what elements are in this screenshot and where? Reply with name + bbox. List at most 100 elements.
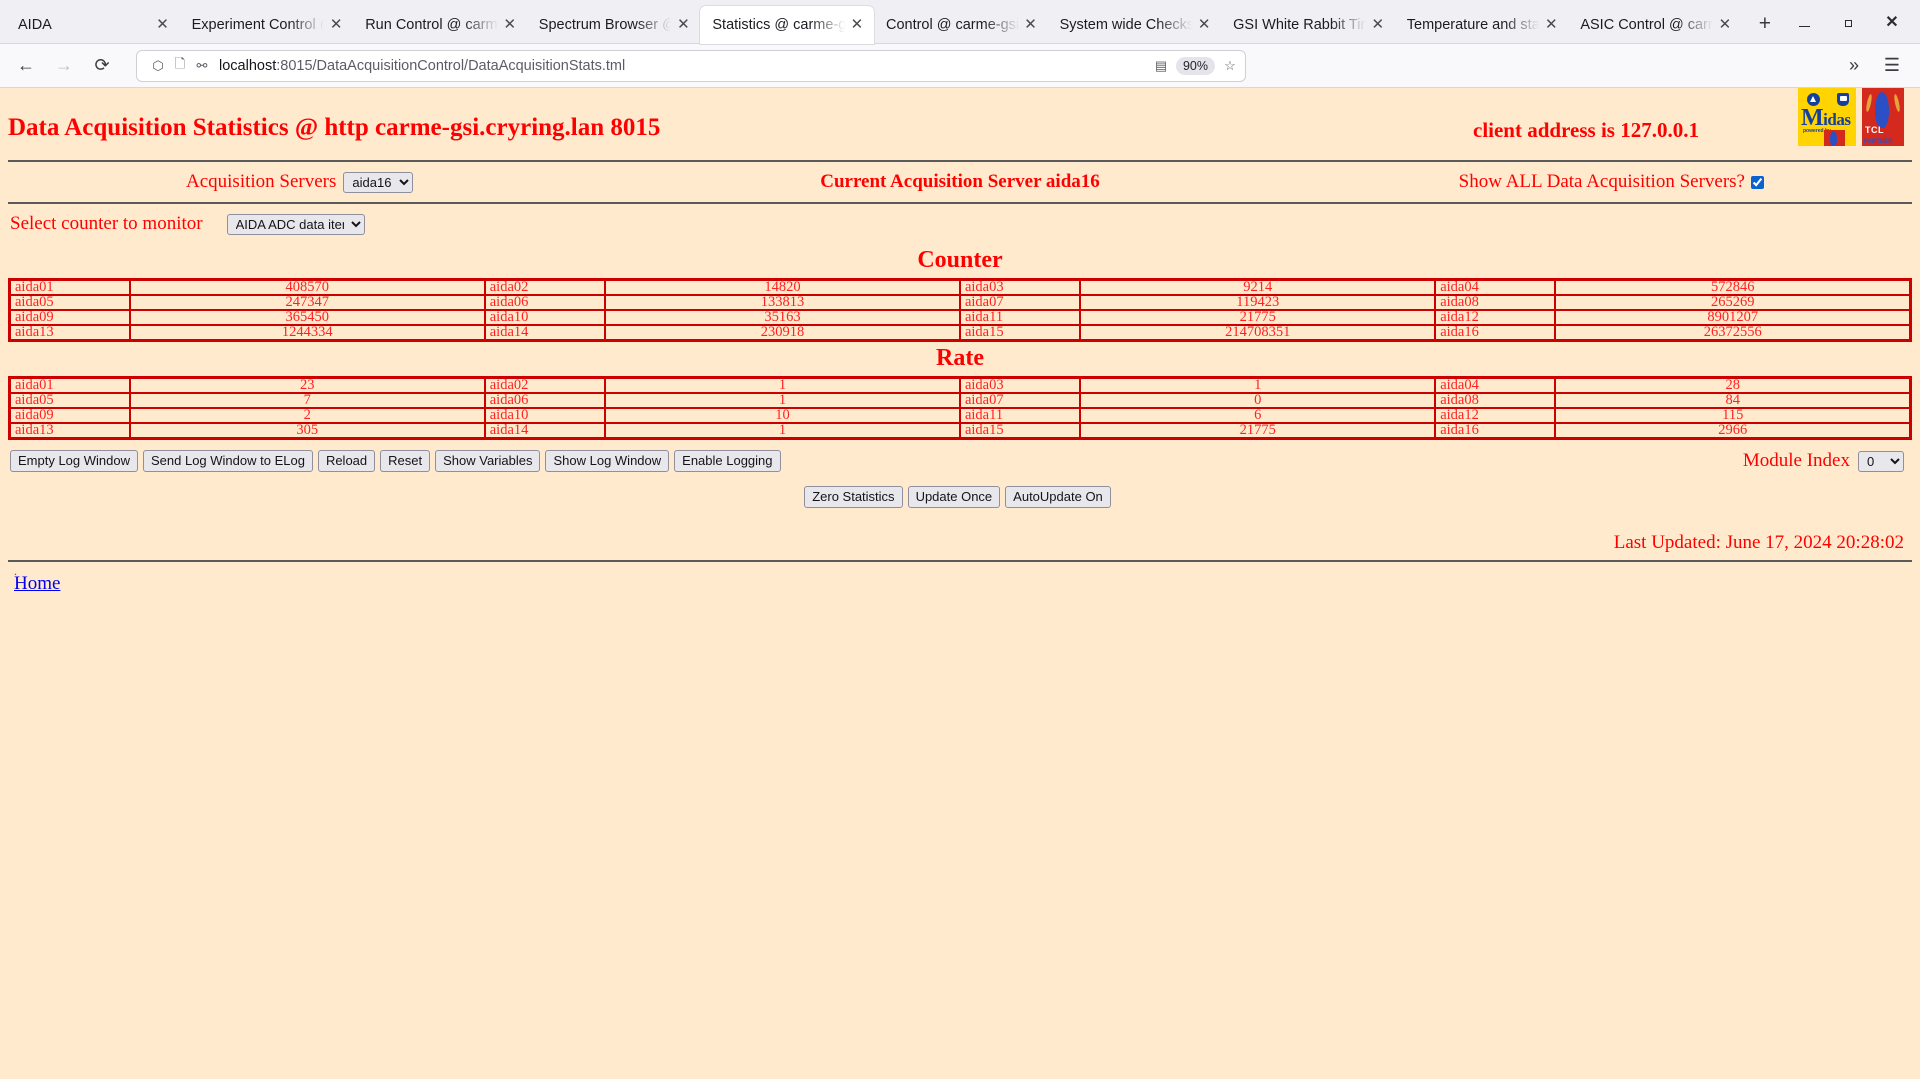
cell-name: aida11: [958, 309, 1082, 326]
browser-tab-7[interactable]: GSI White Rabbit Time ✕: [1221, 6, 1395, 44]
address-bar[interactable]: ⬡ 🗋 ⚯ localhost:8015/DataAcquisitionCont…: [136, 49, 1246, 82]
table-row: aida13 305 aida14 1 aida15 21775 aida16 …: [8, 422, 1912, 440]
browser-tab-2[interactable]: Run Control @ carme- ✕: [353, 6, 527, 44]
cell-name: aida04: [1434, 278, 1557, 296]
zoom-level-badge[interactable]: 90%: [1175, 56, 1215, 75]
zero-statistics-button[interactable]: Zero Statistics: [804, 486, 903, 508]
cell-value: 1: [1079, 376, 1437, 394]
cell-value: 247347: [128, 294, 486, 311]
counter-select[interactable]: AIDA ADC data items: [226, 213, 365, 235]
counter-select-row: Select counter to monitor AIDA ADC data …: [8, 204, 1912, 244]
close-icon[interactable]: ✕: [327, 16, 345, 34]
back-arrow-icon[interactable]: ←: [8, 50, 44, 82]
cell-name: aida04: [1434, 376, 1557, 394]
maximize-icon[interactable]: [1826, 6, 1870, 40]
hamburger-menu-icon[interactable]: ☰: [1874, 50, 1910, 82]
browser-tab-5[interactable]: Control @ carme-gsi ✕: [874, 6, 1048, 44]
forward-arrow-icon: →: [55, 55, 73, 75]
cell-value: 572846: [1554, 278, 1912, 296]
tab-title: AIDA: [18, 17, 52, 33]
tcl-logo-subtext: PARTNER: [1864, 139, 1893, 145]
cell-name: aida12: [1434, 407, 1557, 424]
close-icon[interactable]: ✕: [1870, 6, 1914, 40]
browser-tab-8[interactable]: Temperature and status ✕: [1395, 6, 1569, 44]
browser-chrome: AIDA ✕ Experiment Control @ c ✕ Run Cont…: [0, 0, 1920, 88]
cell-value: 230918: [604, 324, 961, 342]
footer-dot: .: [14, 564, 17, 578]
table-row: aida09 365450 aida10 35163 aida11 21775 …: [8, 309, 1912, 326]
log-button-row: Empty Log Window Send Log Window to ELog…: [8, 440, 1912, 474]
cell-value: 2: [128, 407, 486, 424]
cell-name: aida07: [958, 294, 1082, 311]
tab-title: Experiment Control @ c: [191, 17, 328, 33]
cell-value: 28: [1554, 376, 1912, 394]
show-variables-button[interactable]: Show Variables: [435, 450, 541, 472]
close-icon[interactable]: ✕: [1369, 16, 1387, 34]
reload-icon[interactable]: ⟳: [84, 50, 120, 82]
cell-name: aida16: [1434, 422, 1557, 440]
counter-table: aida01 408570 aida02 14820 aida03 9214 a…: [8, 278, 1912, 342]
close-icon[interactable]: ✕: [848, 16, 866, 34]
nav-right-controls: » ☰: [1836, 50, 1912, 82]
counter-table-title: Counter: [917, 247, 1003, 273]
cell-value: 10: [604, 407, 961, 424]
cell-value: 115: [1554, 407, 1912, 424]
browser-tab-4-active[interactable]: Statistics @ carme-gsi ✕: [700, 6, 874, 44]
cell-name: aida16: [1434, 324, 1557, 342]
reader-view-icon[interactable]: ▤: [1150, 55, 1172, 77]
cell-name: aida08: [1434, 294, 1557, 311]
cell-name: aida14: [483, 422, 607, 440]
home-link[interactable]: Home: [8, 573, 60, 595]
reload-button[interactable]: Reload: [317, 450, 376, 472]
autoupdate-toggle-button[interactable]: AutoUpdate On: [1005, 486, 1111, 508]
cell-value: 21775: [1079, 309, 1437, 326]
show-all-servers-group: Show ALL Data Acquisition Servers?: [1459, 171, 1764, 193]
cell-name: aida10: [483, 407, 607, 424]
browser-tab-3[interactable]: Spectrum Browser @ c ✕: [527, 6, 701, 44]
close-icon[interactable]: ✕: [674, 16, 692, 34]
minimize-icon[interactable]: [1782, 6, 1826, 40]
module-index-select[interactable]: 0: [1858, 450, 1904, 472]
permissions-icon[interactable]: ⚯: [191, 55, 213, 77]
empty-log-window-button[interactable]: Empty Log Window: [10, 450, 138, 472]
cell-value: 7: [128, 392, 486, 409]
chevron-double-right-icon[interactable]: »: [1836, 50, 1872, 82]
close-icon[interactable]: ✕: [154, 16, 172, 34]
cell-value: 6: [1079, 407, 1437, 424]
close-icon[interactable]: ✕: [501, 16, 519, 34]
cell-value: 23: [128, 376, 486, 394]
close-icon[interactable]: ✕: [1195, 16, 1213, 34]
page-title: Data Acquisition Statistics @ http carme…: [8, 114, 661, 141]
cell-value: 1: [604, 422, 961, 440]
tab-title: Control @ carme-gsi: [885, 17, 1020, 33]
browser-tab-0[interactable]: AIDA ✕: [6, 6, 180, 44]
cell-name: aida09: [8, 407, 131, 424]
cell-name: aida14: [483, 324, 607, 342]
browser-tab-9[interactable]: ASIC Control @ carme- ✕: [1568, 6, 1742, 44]
star-icon[interactable]: ☆: [1219, 55, 1241, 77]
close-icon[interactable]: ✕: [1022, 16, 1040, 34]
cell-value: 1244334: [128, 324, 486, 342]
cell-name: aida05: [8, 392, 131, 409]
close-icon[interactable]: ✕: [1542, 16, 1560, 34]
browser-tab-1[interactable]: Experiment Control @ c ✕: [180, 6, 354, 44]
cell-name: aida13: [8, 422, 131, 440]
cell-name: aida02: [483, 376, 607, 394]
enable-logging-button[interactable]: Enable Logging: [674, 450, 781, 472]
cell-name: aida03: [958, 278, 1082, 296]
close-icon[interactable]: ✕: [1716, 16, 1734, 34]
show-all-servers-label: Show ALL Data Acquisition Servers?: [1458, 171, 1745, 192]
cell-value: 84: [1554, 392, 1912, 409]
browser-tab-6[interactable]: System wide Checks @ ✕: [1048, 6, 1222, 44]
send-log-to-elog-button[interactable]: Send Log Window to ELog: [143, 450, 313, 472]
table-row: aida01 23 aida02 1 aida03 1 aida04 28: [8, 376, 1912, 394]
cell-value: 35163: [604, 309, 961, 326]
shield-icon[interactable]: ⬡: [147, 55, 169, 77]
show-all-servers-checkbox[interactable]: [1751, 175, 1764, 189]
update-once-button[interactable]: Update Once: [907, 486, 1001, 508]
show-log-window-button[interactable]: Show Log Window: [545, 450, 670, 472]
cell-name: aida03: [958, 376, 1082, 394]
new-tab-button[interactable]: +: [1748, 8, 1782, 42]
reset-button[interactable]: Reset: [380, 450, 431, 472]
cell-value: 26372556: [1554, 324, 1912, 342]
